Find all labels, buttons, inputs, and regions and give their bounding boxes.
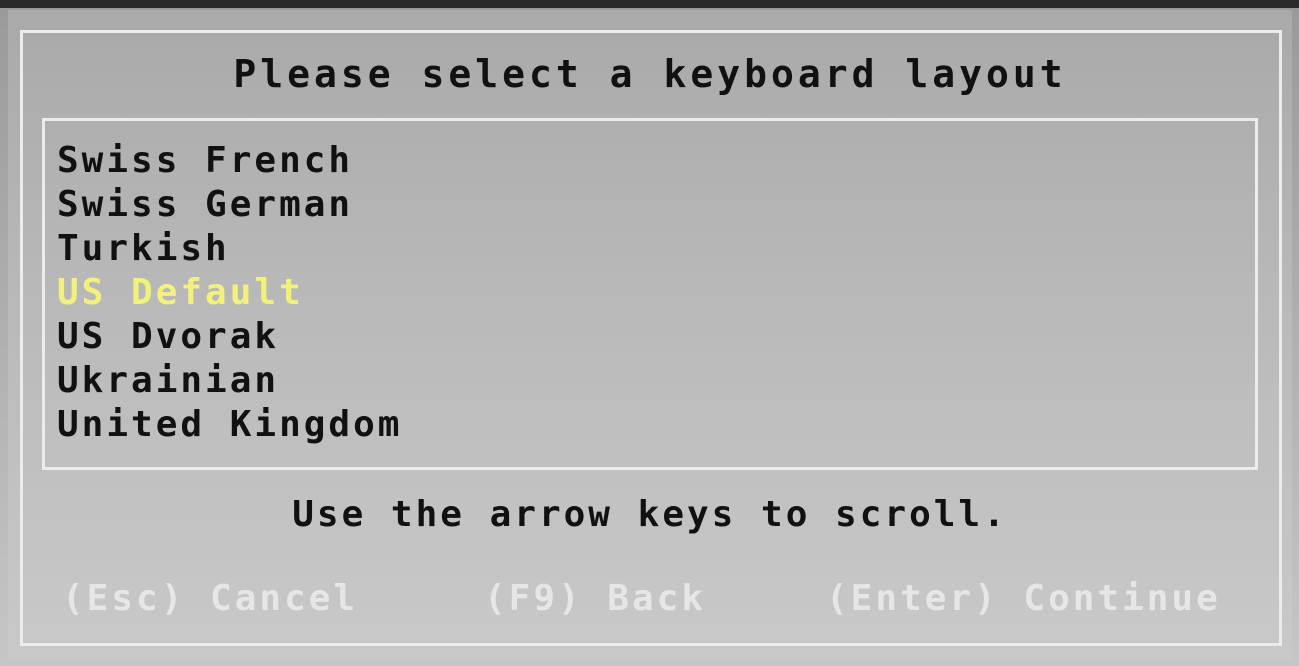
layout-option-us-dvorak[interactable]: US Dvorak bbox=[57, 315, 402, 359]
layout-option-turkish[interactable]: Turkish bbox=[57, 227, 402, 271]
installer-screen: Please select a keyboard layout Swiss Fr… bbox=[0, 0, 1299, 666]
layout-options: Swiss French Swiss German Turkish US Def… bbox=[57, 139, 402, 447]
keyboard-layout-dialog: Please select a keyboard layout Swiss Fr… bbox=[8, 10, 1292, 660]
layout-option-us-default[interactable]: US Default bbox=[57, 271, 402, 315]
layout-option-united-kingdom[interactable]: United Kingdom bbox=[57, 403, 402, 447]
keyboard-layout-list[interactable]: Swiss French Swiss German Turkish US Def… bbox=[42, 118, 1258, 470]
layout-option-swiss-french[interactable]: Swiss French bbox=[57, 139, 402, 183]
cancel-button[interactable]: (Esc) Cancel bbox=[62, 578, 358, 619]
back-button[interactable]: (F9) Back bbox=[484, 578, 706, 619]
layout-option-ukrainian[interactable]: Ukrainian bbox=[57, 359, 402, 403]
layout-option-swiss-german[interactable]: Swiss German bbox=[57, 183, 402, 227]
dialog-title: Please select a keyboard layout bbox=[233, 52, 1067, 96]
scroll-hint: Use the arrow keys to scroll. bbox=[292, 494, 1008, 535]
continue-button[interactable]: (Enter) Continue bbox=[826, 578, 1221, 619]
action-bar: (Esc) Cancel (F9) Back (Enter) Continue bbox=[48, 578, 1258, 628]
